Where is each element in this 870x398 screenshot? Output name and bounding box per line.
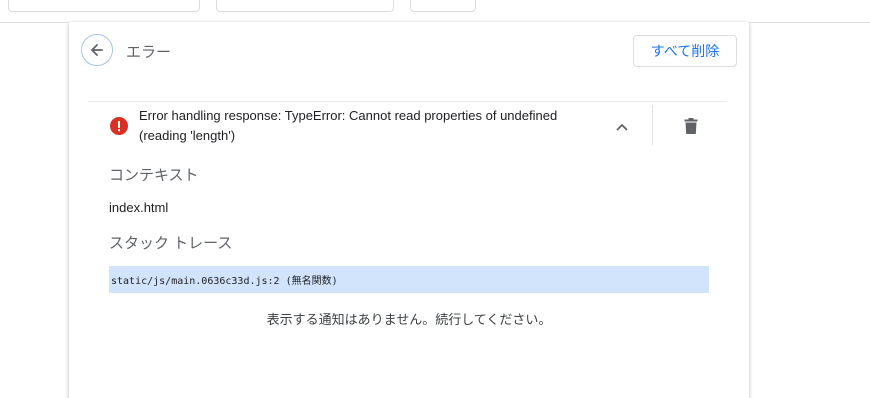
toolbar-button[interactable] (410, 0, 476, 12)
delete-error-button[interactable] (681, 116, 701, 136)
page-title: エラー (126, 44, 172, 61)
back-button[interactable] (81, 34, 113, 66)
error-message: Error handling response: TypeError: Cann… (139, 108, 558, 143)
stack-trace-heading: スタック トレース (109, 235, 233, 252)
context-value: index.html (109, 200, 169, 215)
trash-icon (684, 117, 698, 135)
top-toolbar (0, 0, 870, 23)
collapse-button[interactable] (610, 117, 634, 137)
delete-all-button[interactable]: すべて削除 (633, 35, 737, 67)
arrow-left-icon (89, 42, 105, 58)
error-circle-icon (110, 117, 128, 135)
context-heading: コンテキスト (109, 167, 199, 184)
divider (88, 101, 727, 102)
stack-trace-frame[interactable]: static/js/main.0636c33d.js:2 (無名関数) (109, 266, 709, 293)
status-message: 表示する通知はありません。続行してください。 (266, 312, 552, 327)
toolbar-button[interactable] (216, 0, 394, 12)
extension-errors-page: エラー すべて削除 Error handling response: TypeE… (0, 0, 870, 398)
chevron-up-icon (616, 123, 628, 131)
stack-trace-frame-label: static/js/main.0636c33d.js:2 (無名関数) (111, 276, 338, 287)
errors-card: エラー すべて削除 Error handling response: TypeE… (69, 22, 749, 398)
divider (652, 105, 653, 145)
toolbar-button[interactable] (8, 0, 200, 12)
